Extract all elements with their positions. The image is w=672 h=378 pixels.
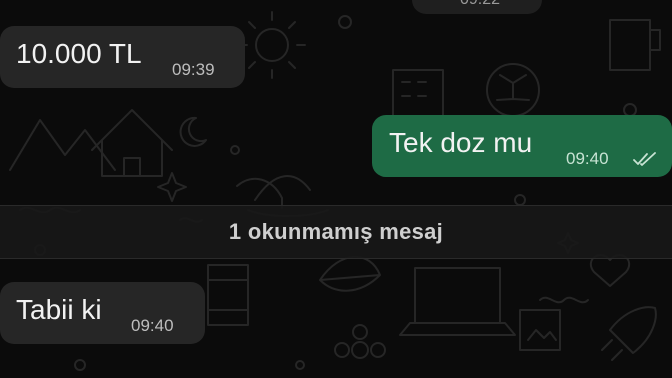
incoming-message-bubble[interactable]: 10.000 TL 09:39 xyxy=(0,26,245,88)
unread-messages-divider: 1 okunmamış mesaj xyxy=(0,205,672,259)
message-time: 09:22 xyxy=(460,0,500,10)
unread-messages-label: 1 okunmamış mesaj xyxy=(228,219,444,244)
message-text: Tek doz mu xyxy=(389,127,533,158)
incoming-message-bubble[interactable]: Tabii ki 09:40 xyxy=(0,282,205,344)
message-text: 10.000 TL xyxy=(16,38,142,69)
message-time: 09:40 xyxy=(131,316,174,335)
outgoing-message-bubble[interactable]: Tek doz mu 09:40 xyxy=(372,115,672,177)
message-text: Tabii ki xyxy=(16,294,102,325)
message-time: 09:39 xyxy=(172,60,215,79)
message-time: 09:40 xyxy=(566,149,609,168)
read-double-check-icon xyxy=(633,152,656,166)
previous-message-bubble[interactable]: 09:22 xyxy=(412,0,542,14)
